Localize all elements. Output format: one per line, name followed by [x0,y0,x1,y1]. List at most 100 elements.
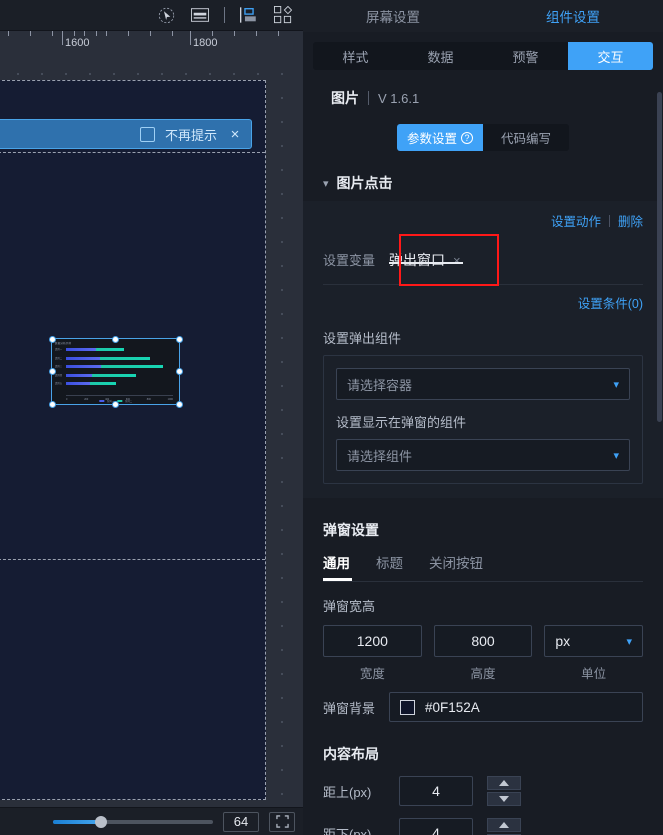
tab-general[interactable]: 通用 [323,552,350,581]
chevron-down-icon: ▾ [613,449,619,462]
resize-handle-s[interactable] [112,401,119,408]
popup-background-field[interactable]: #0F152A [389,692,643,722]
tab-component-settings[interactable]: 组件设置 [483,6,663,26]
padding-bottom-stepper [487,818,521,835]
container-select[interactable]: 请选择容器 ▾ [336,368,630,400]
zoom-slider[interactable] [53,815,213,828]
popup-unit-select[interactable]: px ▾ [544,625,644,657]
toolbar-divider [224,7,225,23]
component-version: V 1.6.1 [378,90,420,106]
padding-top-stepper [487,776,521,806]
variable-value: 弹出窗口 [389,252,446,268]
tab-data[interactable]: 数据 [398,42,483,70]
popup-height-input[interactable]: 800 [433,625,533,657]
set-conditions-link[interactable]: 设置条件(0) [578,293,643,312]
cursor-select-icon[interactable] [156,5,176,25]
dont-show-again-label: 不再提示 [164,127,217,143]
keyboard-icon[interactable] [190,5,210,25]
zoom-slider-fill [53,819,101,824]
panel-scrollbar[interactable] [657,92,662,422]
conditions-row: 设置条件(0) [323,293,643,312]
horizontal-ruler[interactable]: 1600 1800 [0,31,303,58]
widget-chart-bars: 类别一 类别二 类别三 类别四 类别五 [55,348,173,393]
delete-link[interactable]: 删除 [618,211,643,230]
chart-bar-row: 类别四 [55,373,173,377]
component-select[interactable]: 请选择组件 ▾ [336,439,630,471]
clear-icon[interactable]: × [453,253,461,268]
chart-bar-row: 类别五 [55,382,173,386]
padding-bottom-input[interactable]: 4 [399,818,473,835]
tab-interaction[interactable]: 交互 [568,42,653,70]
popup-settings-title: 弹窗设置 [323,522,379,538]
popup-size-row: 1200 宽度 800 高度 px ▾ 单位 [323,625,644,682]
widget-title: 数据分析示例 [55,342,72,345]
page-guide-top [0,152,265,153]
color-swatch[interactable] [400,699,416,715]
padding-top-input[interactable]: 4 [399,776,473,806]
resize-handle-n[interactable] [112,336,119,343]
divider [323,581,643,582]
app-root: 1600 1800 数据分析示例 类别一 类别二 类别三 类别四 类别五 0 2… [0,0,663,835]
stepper-up-button[interactable] [487,818,521,832]
close-icon[interactable]: × [227,126,243,143]
component-select-value: 请选择组件 [347,448,413,464]
resize-handle-sw[interactable] [49,401,56,408]
tab-screen-settings[interactable]: 屏幕设置 [303,6,483,26]
chart-bar-row: 类别二 [55,356,173,360]
component-divider [368,91,369,105]
popup-unit-value: px [555,633,571,649]
zoom-slider-knob[interactable] [95,815,107,828]
popup-width-input[interactable]: 1200 [323,625,422,657]
padding-bottom-row: 距下(px) 4 [323,818,643,835]
tab-parameter-settings[interactable]: 参数设置 ? [397,124,483,151]
tab-close-button[interactable]: 关闭按钮 [429,552,483,581]
event-section-title: 图片点击 [336,175,393,191]
popup-unit-caption: 单位 [581,667,607,681]
tab-alerts[interactable]: 预警 [483,42,568,70]
popup-width-cell: 1200 宽度 [323,625,422,682]
tab-title[interactable]: 标题 [376,552,403,581]
triangle-down-icon [499,796,509,802]
padding-top-label: 距上(px) [323,784,372,800]
triangle-up-icon [499,780,509,786]
popup-background-value: #0F152A [425,699,480,715]
chevron-down-icon: ▾ [626,635,633,648]
resize-handle-e[interactable] [176,368,183,375]
fit-screen-icon[interactable] [269,811,295,832]
resize-handle-w[interactable] [49,368,56,375]
variable-field[interactable]: 弹出窗口 × [389,248,464,270]
popup-component-box: 请选择容器 ▾ 设置显示在弹窗的组件 请选择组件 ▾ [323,355,643,484]
stepper-down-button[interactable] [487,792,521,806]
selected-chart-widget[interactable]: 数据分析示例 类别一 类别二 类别三 类别四 类别五 0 200 400 600… [51,338,180,405]
popup-component-label: 设置弹出组件 [323,331,402,346]
resize-handle-se[interactable] [176,401,183,408]
set-action-link[interactable]: 设置动作 [551,211,601,230]
active-tab-underline [323,578,352,581]
chevron-down-icon: ▾ [613,378,619,391]
help-icon[interactable]: ? [461,131,473,144]
resize-handle-nw[interactable] [49,336,56,343]
notification-banner[interactable]: 不再提示 × [0,119,252,149]
canvas-viewport[interactable]: 数据分析示例 类别一 类别二 类别三 类别四 类别五 0 200 400 600… [0,58,303,807]
tab-style[interactable]: 样式 [313,42,398,70]
canvas-area: 1600 1800 数据分析示例 类别一 类别二 类别三 类别四 类别五 0 2… [0,0,303,835]
triangle-up-icon [499,822,509,828]
variable-row: 设置变量 弹出窗口 × [323,234,643,286]
chevron-down-icon[interactable]: ▾ [323,177,329,190]
components-grid-icon[interactable] [273,5,293,25]
tab-code-editing[interactable]: 代码编写 [483,124,569,151]
popup-background-row: 弹窗背景 #0F152A [323,692,643,722]
component-name: 图片 [331,90,359,106]
display-component-label: 设置显示在弹窗的组件 [336,415,467,430]
popup-width-caption: 宽度 [359,667,385,681]
stepper-up-button[interactable] [487,776,521,790]
event-config-block: 设置动作 删除 设置变量 弹出窗口 × 设置条件(0) 设置弹出组件 请选择容器… [303,201,663,498]
align-icon[interactable] [239,5,259,25]
event-section-header[interactable]: ▾ 图片点击 [323,173,663,193]
dont-show-again-checkbox[interactable] [139,126,155,142]
zoom-value[interactable]: 64 [223,811,259,832]
popup-unit-cell: px ▾ 单位 [544,625,644,682]
chart-bar-row: 类别三 [55,365,173,369]
design-page[interactable] [0,80,266,800]
resize-handle-ne[interactable] [176,336,183,343]
